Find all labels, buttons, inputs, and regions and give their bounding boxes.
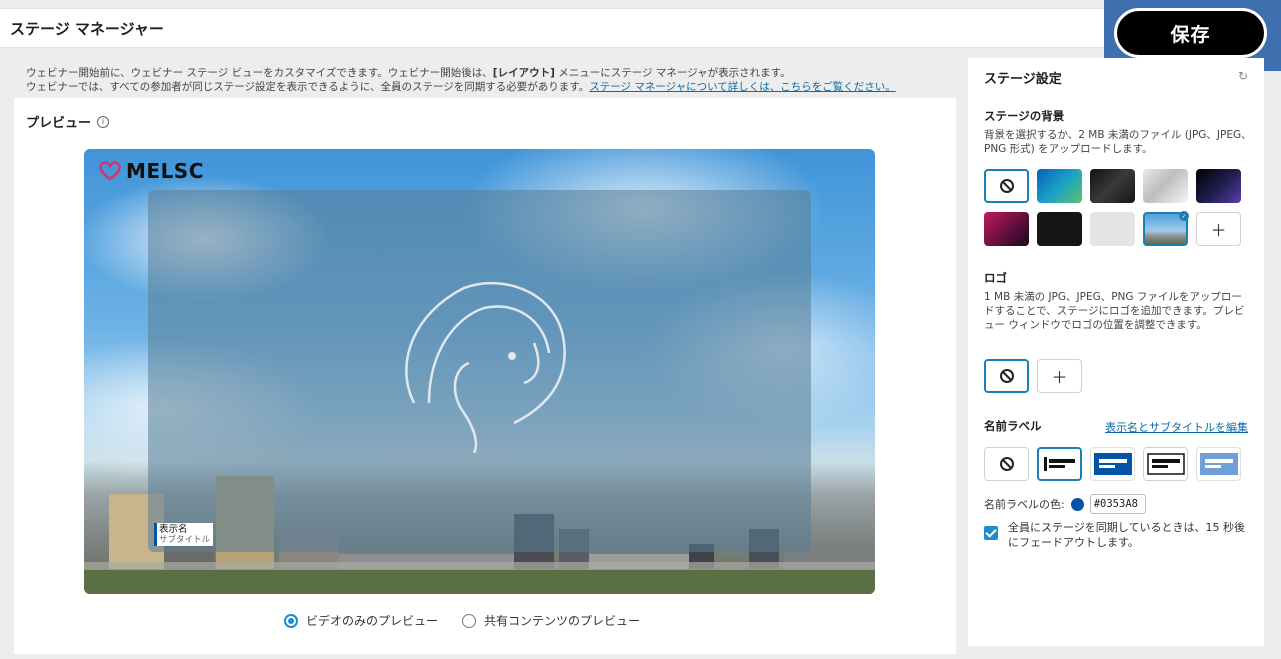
- add-background-button[interactable]: ＋: [1196, 212, 1241, 246]
- info-text: メニューにステージ マネージャが表示されます。: [554, 67, 791, 79]
- preview-mode-group: ビデオのみのプレビュー 共有コンテンツのプレビュー: [284, 612, 664, 629]
- sync-fade-checkbox[interactable]: [984, 526, 998, 540]
- background-section-title: ステージの背景: [984, 109, 1065, 123]
- name-label-preview: 表示名 サブタイトル: [154, 523, 214, 546]
- label-style-box-icon: [1146, 453, 1185, 475]
- radio-unselected-icon[interactable]: [462, 613, 477, 628]
- none-icon: [999, 369, 1014, 383]
- preview-title: プレビュー: [26, 116, 92, 131]
- label-style-blue-icon: [1093, 453, 1132, 475]
- background-none-button[interactable]: [984, 169, 1029, 203]
- info-text: ウェビナー開始前に、ウェビナー ステージ ビューをカスタマイズできます。ウェビナ…: [26, 67, 493, 79]
- display-name: 表示名: [159, 524, 188, 535]
- logo-none-button[interactable]: [984, 359, 1029, 393]
- logo-section-title: ロゴ: [984, 271, 1007, 285]
- logo-section-desc: 1 MB 未満の JPG、JPEG、PNG ファイルをアップロードすることで、ス…: [984, 291, 1245, 331]
- background-option-black[interactable]: [1037, 212, 1082, 246]
- background-option-city-selected[interactable]: ✓: [1143, 211, 1189, 246]
- display-subtitle: サブタイトル: [159, 535, 211, 545]
- radio-selected-icon[interactable]: [284, 613, 298, 628]
- label-color-caption: 名前ラベルの色:: [984, 498, 1065, 511]
- background-option-light-gray[interactable]: [1090, 212, 1135, 246]
- option-label: 共有コンテンツのプレビュー: [484, 614, 641, 628]
- edit-name-subtitle-link[interactable]: 表示名とサブタイトルを編集: [1105, 419, 1248, 435]
- info-line-1: ウェビナー開始前に、ウェビナー ステージ ビューをカスタマイズできます。ウェビナ…: [26, 66, 956, 80]
- label-style-light-icon: [1199, 453, 1238, 475]
- stage-preview: MELSC 表示名 サブタイトル: [84, 149, 875, 594]
- name-label-style-bar-button[interactable]: [1037, 447, 1082, 481]
- video-only-preview-option[interactable]: ビデオのみのプレビュー: [284, 612, 438, 629]
- preview-heading: プレビュー i: [26, 112, 110, 131]
- name-label-style-light-button[interactable]: [1196, 447, 1241, 481]
- name-label-none-button[interactable]: [984, 447, 1029, 481]
- stage-settings-panel: ステージ設定 ↻ ステージの背景 背景を選択するか、2 MB 未満のファイル (…: [968, 58, 1264, 646]
- header-bar: ステージ マネージャー: [0, 8, 1281, 48]
- name-label-style-blue-button[interactable]: [1090, 447, 1135, 481]
- page-title: ステージ マネージャー: [10, 20, 164, 38]
- background-section-desc: 背景を選択するか、2 MB 未満のファイル (JPG、JPEG、PNG 形式) …: [984, 129, 1252, 155]
- option-label: ビデオのみのプレビュー: [306, 614, 439, 628]
- selected-badge: ✓: [1179, 211, 1189, 221]
- add-logo-button[interactable]: ＋: [1037, 359, 1082, 393]
- info-line-2: ウェビナーでは、すべての参加者が同じステージ設定を表示できるように、全員のステー…: [26, 80, 956, 94]
- refresh-icon[interactable]: ↻: [1238, 69, 1248, 83]
- background-option-dark[interactable]: [1090, 169, 1135, 203]
- label-color-input[interactable]: [1089, 494, 1146, 514]
- background-option-magenta[interactable]: [984, 212, 1029, 246]
- learn-more-link[interactable]: ステージ マネージャについて詳しくは、こちらをご覧ください。: [589, 81, 896, 93]
- preview-panel: ウェビナー開始前に、ウェビナー ステージ ビューをカスタマイズできます。ウェビナ…: [14, 58, 956, 654]
- shared-content-preview-option[interactable]: 共有コンテンツのプレビュー: [462, 612, 640, 629]
- label-color-row: 名前ラベルの色:: [984, 494, 1146, 514]
- info-banner: ウェビナー開始前に、ウェビナー ステージ ビューをカスタマイズできます。ウェビナ…: [14, 58, 956, 98]
- settings-title: ステージ設定: [984, 72, 1062, 87]
- info-icon[interactable]: i: [97, 115, 110, 128]
- info-text: ウェビナーでは、すべての参加者が同じステージ設定を表示できるように、全員のステー…: [26, 81, 590, 93]
- sync-fade-label: 全員にステージを同期しているときは、15 秒後にフェードアウトします。: [1008, 521, 1245, 549]
- none-icon: [999, 457, 1014, 471]
- background-option-purple[interactable]: [1196, 169, 1241, 203]
- background-option-silver[interactable]: [1143, 169, 1188, 203]
- background-option-teal[interactable]: [1037, 169, 1082, 203]
- save-button[interactable]: 保存: [1114, 8, 1267, 58]
- color-swatch[interactable]: [1070, 497, 1084, 511]
- label-style-bar-icon: [1043, 457, 1075, 471]
- stage-logo: MELSC: [98, 159, 204, 183]
- none-icon: [999, 179, 1014, 193]
- name-label-section-title: 名前ラベル: [984, 419, 1042, 433]
- sync-fade-option[interactable]: 全員にステージを同期しているときは、15 秒後にフェードアウトします。: [984, 520, 1252, 550]
- avatar-placeholder-icon: [405, 281, 566, 453]
- logo-heart-icon: [99, 161, 121, 181]
- name-label-style-box-button[interactable]: [1143, 447, 1188, 481]
- layout-menu-name: [レイアウト]: [492, 67, 555, 79]
- logo-text: MELSC: [126, 159, 204, 183]
